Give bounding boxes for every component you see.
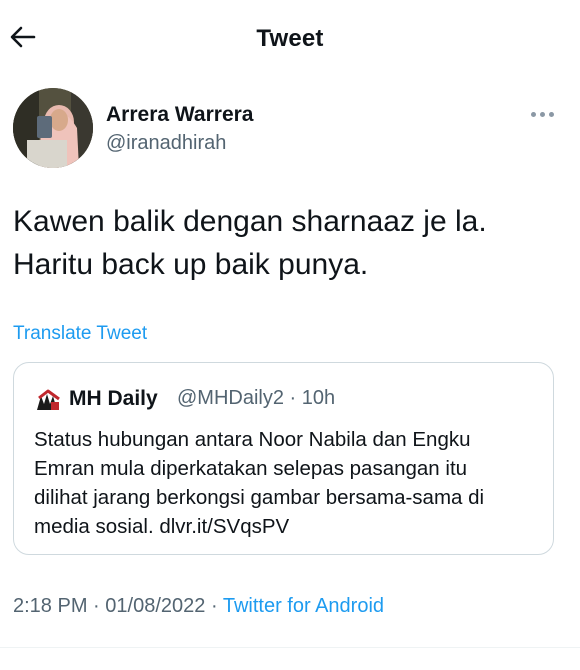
quoted-line: Emran mula diperkatakan selepas pasangan… xyxy=(34,457,468,480)
divider xyxy=(0,647,580,648)
tweet-timestamp: 2:18 PM · 01/08/2022 · Twitter for Andro… xyxy=(13,595,384,618)
more-options-button[interactable] xyxy=(528,104,558,124)
meta-separator: · xyxy=(289,387,297,409)
tweet-line: Kawen balik dengan sharnaaz je la. xyxy=(13,205,487,238)
page-title: Tweet xyxy=(256,25,324,52)
author-handle[interactable]: @iranadhirah xyxy=(106,132,226,155)
tweet-source-link[interactable]: Twitter for Android xyxy=(223,595,384,617)
header: Tweet xyxy=(0,0,580,78)
quoted-tweet-card[interactable]: MH Daily @MHDaily2 · 10h Status hubungan… xyxy=(13,362,554,555)
quoted-line: media sosial. dlvr.it/SVqsPV xyxy=(34,515,290,538)
mh-daily-logo-icon xyxy=(36,389,61,411)
quoted-author-name: MH Daily xyxy=(69,387,158,410)
tweet-line: Haritu back up baik punya. xyxy=(13,248,369,281)
quoted-author-handle: @MHDaily2 xyxy=(177,387,284,409)
tweet-date[interactable]: 01/08/2022 xyxy=(105,595,205,617)
author-name[interactable]: Arrera Warrera xyxy=(106,103,253,127)
quoted-line: dilihat jarang berkongsi gambar bersama-… xyxy=(34,486,485,509)
quoted-line: Status hubungan antara Noor Nabila dan E… xyxy=(34,428,471,451)
tweet-text: Kawen balik dengan sharnaaz je la. Harit… xyxy=(13,200,558,286)
quoted-tweet-text: Status hubungan antara Noor Nabila dan E… xyxy=(34,425,544,541)
tweet-time[interactable]: 2:18 PM xyxy=(13,595,87,617)
quoted-tweet-age: 10h xyxy=(301,387,336,409)
quoted-meta: @MHDaily2 · 10h xyxy=(177,387,335,410)
meta-separator: · xyxy=(93,595,100,617)
avatar[interactable] xyxy=(13,88,93,168)
translate-tweet-link[interactable]: Translate Tweet xyxy=(13,323,147,345)
meta-separator: · xyxy=(210,595,218,617)
